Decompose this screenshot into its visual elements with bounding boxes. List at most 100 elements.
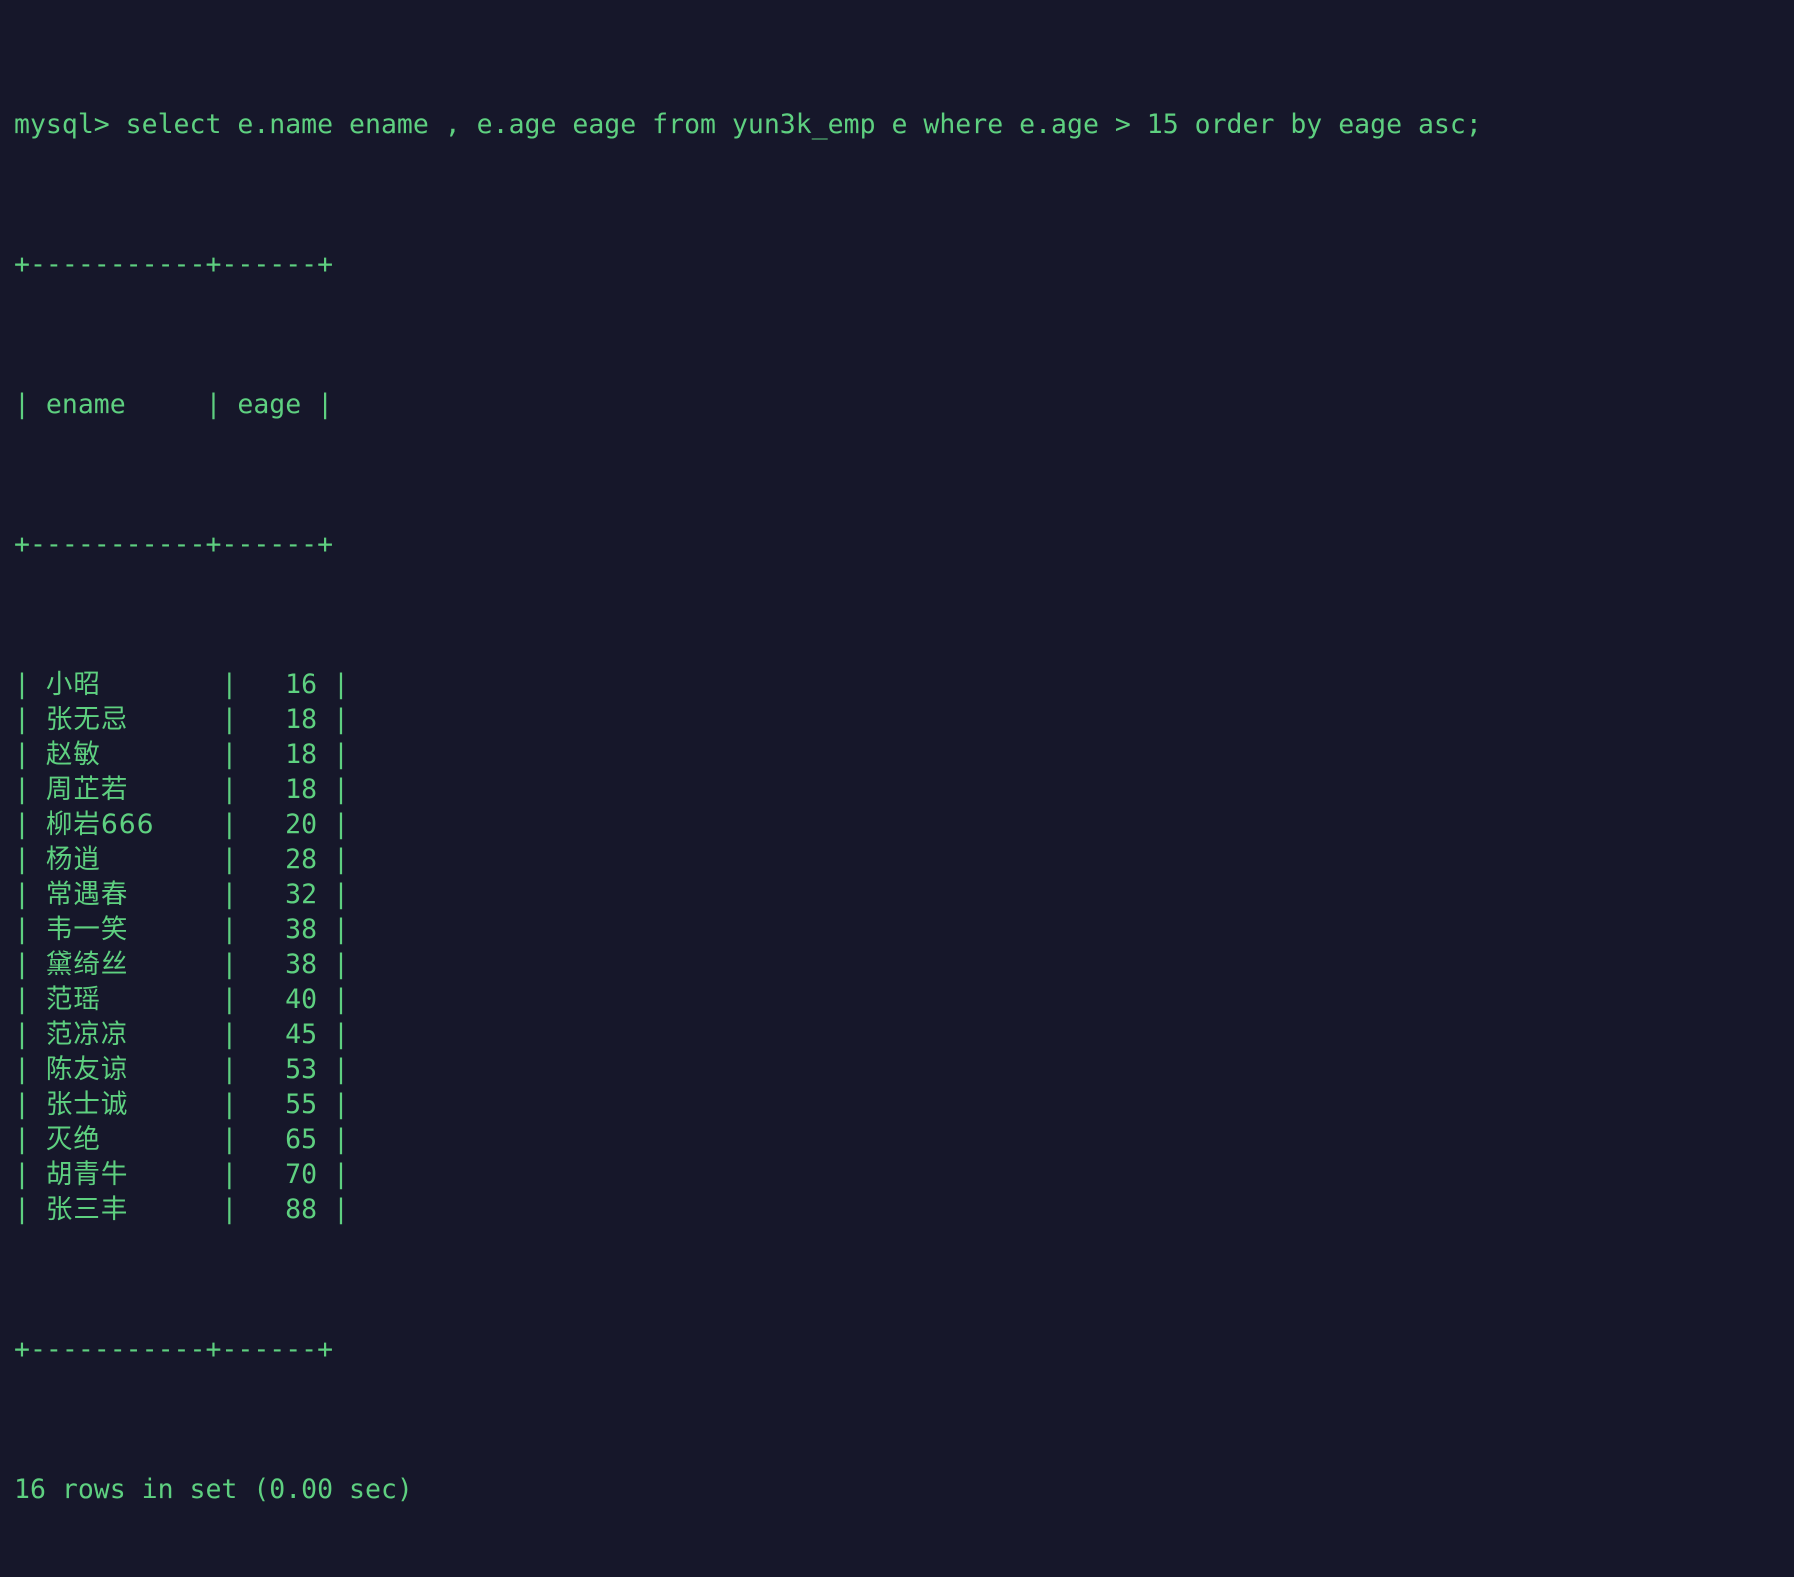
row-left-border: | bbox=[14, 1124, 46, 1155]
table-header-row: | ename | eage | bbox=[14, 389, 334, 420]
cell-ename: 韦一笑 bbox=[45, 914, 129, 945]
table-row: | 陈友谅 | 53 | bbox=[14, 1052, 1794, 1087]
row-right-border: | bbox=[317, 1089, 349, 1120]
table-header-border: +-----------+------+ bbox=[14, 529, 334, 560]
table-row: | 范瑶 | 40 | bbox=[14, 982, 1794, 1017]
cell-ename: 张无忌 bbox=[45, 704, 129, 735]
cell-eage: 20 bbox=[285, 809, 318, 840]
row-right-border: | bbox=[317, 1054, 349, 1085]
row-right-border: | bbox=[317, 984, 349, 1015]
cell-eage: 18 bbox=[285, 704, 318, 735]
row-right-border: | bbox=[317, 879, 349, 910]
table-row: | 胡青牛 | 70 | bbox=[14, 1157, 1794, 1192]
row-middle-border: | bbox=[221, 984, 254, 1015]
row-right-border: | bbox=[317, 1159, 349, 1190]
row-right-border: | bbox=[317, 1124, 349, 1155]
cell-ename: 黛绮丝 bbox=[45, 949, 129, 980]
cell-ename: 范瑶 bbox=[45, 984, 101, 1015]
table-row: | 常遇春 | 32 | bbox=[14, 877, 1794, 912]
row-middle-border: | bbox=[221, 774, 254, 805]
row-right-border: | bbox=[317, 949, 349, 980]
table-row: | 小昭 | 16 | bbox=[14, 667, 1794, 702]
row-middle-border: | bbox=[221, 739, 254, 770]
cell-ename: 常遇春 bbox=[45, 879, 129, 910]
table-body: | 小昭 | 16 | | 张无忌 | 18 | | 赵敏 | 18 | | 周芷若 | 18… bbox=[14, 667, 1794, 1227]
cell-eage: 38 bbox=[285, 914, 318, 945]
row-middle-border: | bbox=[221, 1019, 254, 1050]
cell-ename: 张士诚 bbox=[45, 1089, 129, 1120]
cell-eage: 55 bbox=[285, 1089, 318, 1120]
row-right-border: | bbox=[317, 774, 349, 805]
row-right-border: | bbox=[317, 1019, 349, 1050]
result-status-line: 16 rows in set (0.00 sec) bbox=[14, 1474, 413, 1505]
cell-eage: 28 bbox=[285, 844, 318, 875]
table-row: | 柳岩666 | 20 | bbox=[14, 807, 1794, 842]
cell-ename: 范凉凉 bbox=[45, 1019, 129, 1050]
cell-eage: 18 bbox=[285, 774, 318, 805]
row-middle-border: | bbox=[221, 844, 254, 875]
row-left-border: | bbox=[14, 774, 46, 805]
row-left-border: | bbox=[14, 1159, 46, 1190]
row-right-border: | bbox=[317, 704, 349, 735]
cell-ename: 胡青牛 bbox=[45, 1159, 129, 1190]
row-right-border: | bbox=[317, 914, 349, 945]
row-middle-border: | bbox=[221, 1124, 254, 1155]
row-left-border: | bbox=[14, 879, 46, 910]
row-left-border: | bbox=[14, 984, 46, 1015]
mysql-prompt-line: mysql> select e.name ename , e.age eage … bbox=[14, 109, 1482, 140]
cell-eage: 70 bbox=[285, 1159, 318, 1190]
row-middle-border: | bbox=[221, 669, 254, 700]
row-middle-border: | bbox=[221, 1054, 254, 1085]
cell-eage: 16 bbox=[285, 669, 318, 700]
cell-eage: 53 bbox=[285, 1054, 318, 1085]
row-left-border: | bbox=[14, 914, 46, 945]
row-right-border: | bbox=[317, 739, 349, 770]
row-left-border: | bbox=[14, 949, 46, 980]
cell-ename: 灭绝 bbox=[45, 1124, 101, 1155]
terminal-output[interactable]: mysql> select e.name ename , e.age eage … bbox=[0, 0, 1794, 1505]
cell-eage: 38 bbox=[285, 949, 318, 980]
cell-eage: 32 bbox=[285, 879, 318, 910]
table-bottom-border: +-----------+------+ bbox=[14, 1334, 334, 1365]
row-middle-border: | bbox=[221, 809, 254, 840]
row-middle-border: | bbox=[221, 1159, 254, 1190]
table-row: | 赵敏 | 18 | bbox=[14, 737, 1794, 772]
row-middle-border: | bbox=[221, 949, 254, 980]
table-row: | 范凉凉 | 45 | bbox=[14, 1017, 1794, 1052]
table-row: | 杨逍 | 28 | bbox=[14, 842, 1794, 877]
row-left-border: | bbox=[14, 739, 46, 770]
row-left-border: | bbox=[14, 704, 46, 735]
cell-ename: 周芷若 bbox=[45, 774, 129, 805]
row-right-border: | bbox=[317, 669, 349, 700]
cell-ename: 陈友谅 bbox=[45, 1054, 129, 1085]
row-left-border: | bbox=[14, 669, 46, 700]
row-left-border: | bbox=[14, 1194, 46, 1225]
row-middle-border: | bbox=[221, 1194, 254, 1225]
cell-eage: 40 bbox=[285, 984, 318, 1015]
row-middle-border: | bbox=[221, 1089, 254, 1120]
row-left-border: | bbox=[14, 844, 46, 875]
table-row: | 周芷若 | 18 | bbox=[14, 772, 1794, 807]
cell-eage: 45 bbox=[285, 1019, 318, 1050]
row-right-border: | bbox=[317, 1194, 349, 1225]
cell-eage: 88 bbox=[285, 1194, 318, 1225]
table-row: | 张士诚 | 55 | bbox=[14, 1087, 1794, 1122]
table-row: | 张无忌 | 18 | bbox=[14, 702, 1794, 737]
table-row: | 黛绮丝 | 38 | bbox=[14, 947, 1794, 982]
cell-ename: 张三丰 bbox=[45, 1194, 129, 1225]
row-middle-border: | bbox=[221, 879, 254, 910]
cell-ename: 小昭 bbox=[45, 669, 101, 700]
row-middle-border: | bbox=[221, 914, 254, 945]
row-right-border: | bbox=[317, 809, 349, 840]
table-row: | 韦一笑 | 38 | bbox=[14, 912, 1794, 947]
row-left-border: | bbox=[14, 1054, 46, 1085]
table-top-border: +-----------+------+ bbox=[14, 249, 334, 280]
row-left-border: | bbox=[14, 1019, 46, 1050]
cell-ename: 杨逍 bbox=[45, 844, 101, 875]
cell-ename: 柳岩666 bbox=[45, 809, 155, 840]
cell-ename: 赵敏 bbox=[45, 739, 101, 770]
cell-eage: 65 bbox=[285, 1124, 318, 1155]
row-right-border: | bbox=[317, 844, 349, 875]
row-left-border: | bbox=[14, 809, 46, 840]
cell-eage: 18 bbox=[285, 739, 318, 770]
